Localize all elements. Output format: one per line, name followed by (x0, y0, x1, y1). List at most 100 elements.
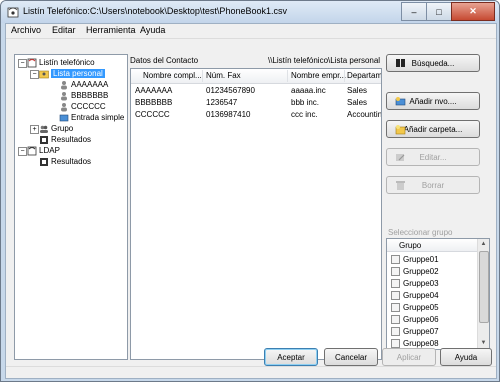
tree-node-lista-personal-label: Lista personal (51, 69, 105, 78)
table-row[interactable]: BBBBBBB 1236547 bbb inc. Sales (131, 97, 381, 109)
tree-collapse-root[interactable]: − (18, 59, 27, 68)
help-button[interactable]: Ayuda (440, 348, 492, 366)
column-divider[interactable] (202, 70, 203, 82)
edit-button-label: Editar... (419, 152, 447, 162)
person-icon (61, 80, 67, 89)
column-divider[interactable] (287, 70, 288, 82)
group-checkbox[interactable] (391, 326, 400, 336)
group-item[interactable]: Gruppe07 (391, 325, 439, 337)
phonebook-window: Listín Telefónico:C:\Users\notebook\Desk… (0, 0, 500, 382)
tree-node-grupo-label: Grupo (51, 124, 74, 133)
footer-divider (6, 366, 496, 367)
group-checkbox[interactable] (391, 314, 400, 324)
column-header-department[interactable]: Departame (347, 71, 381, 80)
group-checkbox[interactable] (391, 302, 400, 312)
group-item[interactable]: Gruppe04 (391, 289, 439, 301)
tree-node-entrada-simple[interactable]: Entrada simple (59, 112, 124, 123)
column-header-company[interactable]: Nombre empr... (291, 71, 346, 80)
menu-ayuda-label: Ayuda (140, 25, 166, 35)
tree-expand-group[interactable]: + (30, 125, 39, 134)
group-list-scrollbar[interactable]: ▲ ▼ (477, 239, 489, 349)
cell-fax: 1236547 (206, 98, 238, 107)
group-checkbox[interactable] (391, 290, 400, 300)
help-button-label: Ayuda (454, 352, 478, 362)
search-button[interactable]: Búsqueda... (386, 54, 480, 72)
cell-name: AAAAAAA (135, 86, 173, 95)
column-header-fax[interactable]: Núm. Fax (206, 71, 241, 80)
column-divider[interactable] (344, 70, 345, 82)
tree-node-ldap[interactable]: LDAP (27, 145, 60, 156)
group-icon (40, 125, 48, 133)
group-list[interactable]: Grupo Gruppe01 Gruppe02 Gruppe03 Gruppe0… (386, 238, 490, 350)
scrollbar-thumb[interactable] (479, 251, 489, 323)
edit-icon (396, 154, 405, 161)
title-bar[interactable]: Listín Telefónico:C:\Users\notebook\Desk… (1, 1, 499, 23)
apply-button[interactable]: Aplicar (382, 348, 436, 366)
tree-node-contact[interactable]: BBBBBBB (59, 90, 108, 101)
group-item-label: Gruppe05 (403, 302, 439, 312)
cell-name: CCCCCC (135, 110, 170, 119)
results-icon (40, 157, 48, 166)
tree-node-grupo[interactable]: Grupo (39, 123, 73, 134)
delete-button[interactable]: Borrar (386, 176, 480, 194)
cancel-button[interactable]: Cancelar (324, 348, 378, 366)
scroll-up-icon[interactable]: ▲ (478, 239, 489, 250)
menu-herramienta[interactable]: Herramienta (86, 25, 136, 35)
add-folder-button[interactable]: Añadir carpeta... (386, 120, 480, 138)
column-header-group[interactable]: Grupo (399, 241, 421, 250)
delete-button-label: Borrar (421, 180, 445, 190)
tree-collapse-list[interactable]: − (30, 70, 39, 79)
group-checkbox[interactable] (391, 254, 400, 264)
menu-herramienta-label: Herramienta (86, 25, 136, 35)
menu-ayuda[interactable]: Ayuda (140, 25, 165, 35)
group-item[interactable]: Gruppe05 (391, 301, 439, 313)
menu-bar: Archivo Editar Herramienta Ayuda (6, 24, 496, 39)
edit-button[interactable]: Editar... (386, 148, 480, 166)
tree-node-contact[interactable]: CCCCCC (59, 101, 106, 112)
group-item[interactable]: Gruppe01 (391, 253, 439, 265)
tree-node-ldap-label: LDAP (39, 146, 60, 155)
table-row[interactable]: AAAAAAA 01234567890 aaaaa.inc Sales (131, 85, 381, 97)
cancel-button-label: Cancelar (334, 352, 367, 362)
group-item[interactable]: Gruppe02 (391, 265, 439, 277)
tree-node-resultados-label: Resultados (51, 135, 92, 144)
contact-data-label: Datos del Contacto (130, 56, 199, 65)
group-list-header: Grupo (387, 239, 477, 252)
entry-icon (59, 114, 69, 121)
tree-node-ldap-resultados[interactable]: Resultados (39, 156, 91, 167)
cell-company: ccc inc. (291, 110, 318, 119)
menu-editar-label: Editar (52, 25, 76, 35)
group-item-label: Gruppe07 (403, 326, 439, 336)
group-item-label: Gruppe08 (403, 338, 439, 348)
column-header-name[interactable]: Nombre compl... (143, 71, 202, 80)
group-checkbox[interactable] (391, 278, 400, 288)
person-icon (61, 91, 67, 100)
phonebook-tree[interactable]: − Listín telefónico − Lista personal AAA… (14, 54, 128, 360)
accept-button[interactable]: Aceptar (264, 348, 318, 366)
menu-editar[interactable]: Editar (52, 25, 76, 35)
close-button[interactable]: ✕ (451, 2, 495, 21)
group-checkbox[interactable] (391, 338, 400, 348)
menu-archivo[interactable]: Archivo (11, 25, 41, 35)
contact-list-header: Nombre compl... Núm. Fax Nombre empr... … (131, 69, 381, 84)
tree-node-resultados[interactable]: Resultados (39, 134, 91, 145)
cell-company: aaaaa.inc (291, 86, 326, 95)
tree-node-contact[interactable]: AAAAAAA (59, 79, 108, 90)
results-icon (40, 135, 48, 144)
window-controls: ‒ □ ✕ (401, 2, 495, 21)
maximize-button[interactable]: □ (426, 2, 452, 21)
search-button-label: Búsqueda... (411, 58, 455, 68)
group-checkbox[interactable] (391, 266, 400, 276)
tree-collapse-ldap[interactable]: − (18, 147, 27, 156)
tree-node-root[interactable]: Listín telefónico (27, 57, 95, 68)
tree-node-lista-personal[interactable]: Lista personal (39, 68, 105, 79)
cell-fax: 01234567890 (206, 86, 255, 95)
minimize-button[interactable]: ‒ (401, 2, 427, 21)
table-row[interactable]: CCCCCC 0136987410 ccc inc. Accounting (131, 109, 381, 121)
group-item-label: Gruppe03 (403, 278, 439, 288)
group-item[interactable]: Gruppe06 (391, 313, 439, 325)
add-new-button[interactable]: Añadir nvo.... (386, 92, 480, 110)
contact-list[interactable]: Nombre compl... Núm. Fax Nombre empr... … (130, 68, 382, 360)
tree-contact-label: AAAAAAA (71, 80, 109, 89)
group-item[interactable]: Gruppe03 (391, 277, 439, 289)
